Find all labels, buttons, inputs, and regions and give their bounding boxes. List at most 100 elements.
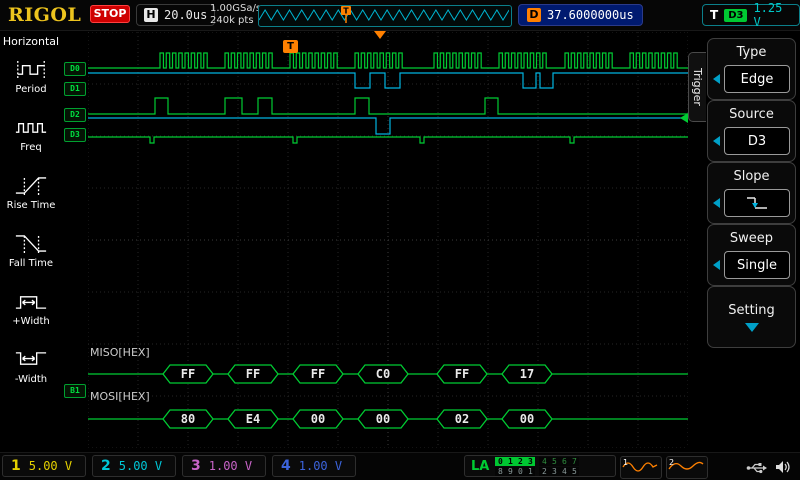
logic-analyzer-status[interactable]: LA 01234567 89012345 — [464, 455, 616, 477]
channel-number: 2 — [101, 458, 111, 474]
menu-item-label: Slope — [733, 169, 769, 184]
digital-channel-badge-d3[interactable]: D3 — [64, 128, 86, 142]
trigger-menu-tab[interactable]: Trigger — [688, 52, 706, 122]
la-channel-cell: 6 — [559, 457, 569, 466]
bus-byte-value: 80 — [181, 412, 195, 426]
bus-badge-b1[interactable]: B1 — [64, 384, 86, 398]
waveform-preview-bar[interactable]: T — [258, 5, 512, 27]
la-channel-cell: 4 — [539, 457, 549, 466]
trigger-menu-item-slope[interactable]: Slope — [707, 162, 796, 224]
channel-3-status[interactable]: 31.00 V — [182, 455, 266, 477]
svg-text:T: T — [343, 7, 349, 16]
menu-item-value: D3 — [724, 127, 790, 155]
left-menu-item-rise-time[interactable]: Rise Time — [7, 174, 56, 211]
trigger-level-value: 1.25 V — [753, 1, 792, 29]
bus-byte-value: FF — [181, 367, 195, 381]
bus-byte-value: 00 — [376, 412, 390, 426]
channel-scale: 1.00 V — [299, 459, 342, 473]
delay-status[interactable]: D 37.6000000us — [518, 4, 643, 26]
la-channel-cell: 0 — [515, 467, 525, 476]
waveform-display: MISO[HEX]FFFFFFC0FF17MOSI[HEX]80E4000002… — [62, 30, 688, 452]
channel-scale: 5.00 V — [29, 459, 72, 473]
preview-waveform: T — [259, 6, 509, 24]
left-menu-item-label: Freq — [20, 142, 41, 153]
left-menu-item-freq[interactable]: Freq — [7, 116, 56, 153]
left-menu-item-label: +Width — [12, 316, 49, 327]
usb-icon[interactable] — [746, 460, 768, 479]
digital-channel-badge-d0[interactable]: D0 — [64, 62, 86, 76]
digital-channel-badge-d1[interactable]: D1 — [64, 82, 86, 96]
waveform-grid: MISO[HEX]FFFFFFC0FF17MOSI[HEX]80E4000002… — [88, 32, 688, 448]
preview-trigger-marker[interactable]: T — [341, 6, 351, 23]
la-channel-cell: 5 — [569, 467, 579, 476]
run-state-badge[interactable]: STOP — [90, 5, 130, 23]
trigger-flag[interactable]: T — [283, 40, 298, 53]
trigger-menu-item-source[interactable]: SourceD3 — [707, 100, 796, 162]
menu-item-label: Setting — [728, 303, 775, 318]
bus-byte-value: 17 — [520, 367, 534, 381]
trigger-status[interactable]: T D3 1.25 V — [702, 4, 800, 26]
left-menu-item-fall-time[interactable]: Fall Time — [7, 232, 56, 269]
bottom-status-bar: 15.00 V25.00 V31.00 V41.00 V LA 01234567… — [0, 452, 800, 480]
la-channel-cell: 1 — [505, 457, 515, 466]
speaker-icon[interactable] — [774, 459, 792, 479]
la-channel-cell: 3 — [525, 457, 535, 466]
falling-edge-icon — [745, 195, 769, 211]
trigger-menu: TypeEdgeSourceD3 Slope SweepSingle Setting — [705, 36, 798, 450]
select-arrow-icon — [713, 136, 720, 146]
bus-miso: MISO[HEX]FFFFFFC0FF17 — [88, 346, 688, 383]
thumbnail-1-number: 1 — [623, 458, 628, 467]
left-menu-title: Horizontal — [3, 35, 59, 48]
la-label: LA — [471, 459, 489, 474]
channel-scale: 5.00 V — [119, 459, 162, 473]
top-bar: RIGOL STOP H 20.0us 1.00GSa/s 240k pts T… — [0, 0, 800, 31]
trigger-source-badge: D3 — [724, 9, 747, 22]
left-menu-item-period[interactable]: Period — [7, 58, 56, 95]
freq-icon — [14, 116, 48, 139]
trigger-menu-item-sweep[interactable]: SweepSingle — [707, 224, 796, 286]
fall-time-icon — [14, 232, 48, 255]
digital-channel-badge-d2[interactable]: D2 — [64, 108, 86, 122]
period-icon — [14, 58, 48, 81]
horizontal-status[interactable]: H 20.0us — [136, 4, 215, 26]
la-channel-cell: 8 — [495, 467, 505, 476]
select-arrow-icon — [713, 260, 720, 270]
la-channel-cell: 0 — [495, 457, 505, 466]
la-channel-cell: 7 — [569, 457, 579, 466]
trigger-menu-item-setting[interactable]: Setting — [707, 286, 796, 348]
trigger-position-marker-icon[interactable] — [374, 31, 386, 39]
trigger-source-thumbnail-2[interactable]: 2 — [666, 456, 708, 479]
bus-byte-value: C0 — [376, 367, 390, 381]
acquisition-status: 1.00GSa/s 240k pts — [210, 3, 261, 27]
la-channel-indicators: 01234567 89012345 — [495, 457, 579, 476]
channel-4-status[interactable]: 41.00 V — [272, 455, 356, 477]
select-arrow-icon — [713, 198, 720, 208]
bus-label: MOSI[HEX] — [90, 390, 150, 403]
bus-byte-value: FF — [455, 367, 469, 381]
dropdown-arrow-icon — [745, 323, 759, 332]
la-channel-cell: 2 — [515, 457, 525, 466]
bus-label: MISO[HEX] — [90, 346, 150, 359]
trigger-menu-item-type[interactable]: TypeEdge — [707, 38, 796, 100]
oscilloscope-screen: RIGOL STOP H 20.0us 1.00GSa/s 240k pts T… — [0, 0, 800, 480]
channel-2-status[interactable]: 2 5.00 V — [92, 455, 176, 477]
left-menu-item-width[interactable]: +Width — [7, 290, 56, 327]
trigger-level-marker-icon[interactable] — [680, 113, 688, 123]
bus-byte-value: 02 — [455, 412, 469, 426]
trigger-source-thumbnail-1[interactable]: 1 — [620, 456, 662, 479]
graticule — [88, 32, 688, 448]
horizontal-measure-menu: Horizontal Period Freq Rise Time Fall Time +… — [0, 30, 62, 452]
channel-number: 1 — [11, 458, 21, 474]
select-arrow-icon — [713, 74, 720, 84]
bus-byte-value: 00 — [311, 412, 325, 426]
menu-item-value: Edge — [724, 65, 790, 93]
channel-1-status[interactable]: 1 5.00 V — [2, 455, 86, 477]
bus-byte-value: FF — [246, 367, 260, 381]
delay-badge: D — [527, 8, 541, 22]
left-menu-item-width[interactable]: -Width — [7, 348, 56, 385]
plus-width-icon — [14, 290, 48, 313]
la-channel-cell: 3 — [549, 467, 559, 476]
la-channel-cell: 2 — [539, 467, 549, 476]
menu-item-label: Sweep — [730, 231, 773, 246]
la-channel-cell: 4 — [559, 467, 569, 476]
